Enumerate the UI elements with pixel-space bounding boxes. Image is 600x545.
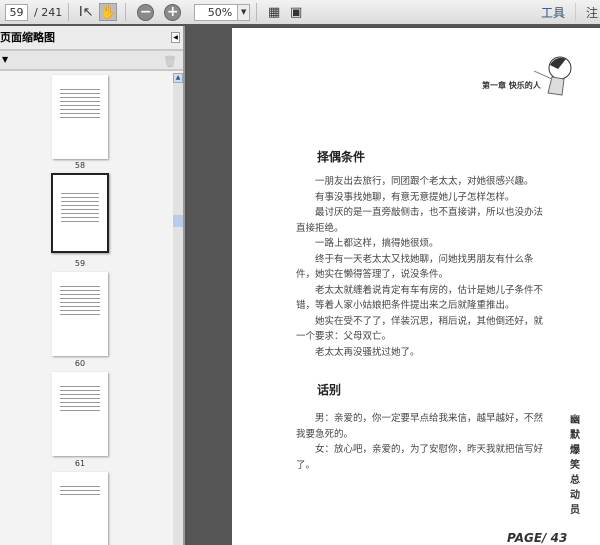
document-background [187, 26, 232, 545]
page-number-input[interactable]: 59 [5, 3, 28, 21]
separator [256, 3, 258, 21]
page-total: / 241 [34, 5, 63, 19]
thumbnail-label: 58 [74, 161, 86, 170]
comment-button[interactable]: 注 [576, 4, 600, 21]
scroll-thumb[interactable] [173, 215, 183, 227]
thumbnail-page[interactable] [52, 75, 108, 159]
hand-tool-icon[interactable]: ✋ [99, 3, 118, 21]
trash-icon[interactable]: 🗑 [163, 53, 177, 71]
zoom-input[interactable]: 50% [194, 3, 239, 21]
paragraph: 老太太就缠着说肯定有车有房的，估计是她儿子条件不错，等着人家小姑娘把条件提出来之… [296, 284, 544, 312]
panel-title: 页面缩略图 [0, 31, 55, 44]
fit-page-icon[interactable]: ▣ [287, 3, 305, 21]
thumbnail-panel: 页面缩略图 ◀ ▼ 🗑 58 59 60 61 ▲ [0, 26, 185, 545]
tools-button[interactable]: 工具 [531, 4, 575, 21]
zoom-dropdown-icon[interactable]: ▼ [238, 3, 251, 21]
paragraph: 一朋友出去旅行，同团跟个老太太，对她很感兴趣。 [315, 176, 534, 187]
section-title: 话别 [317, 383, 342, 397]
separator [68, 3, 70, 21]
thumbnail-scrollbar[interactable]: ▲ [173, 73, 183, 545]
thumbnail-page[interactable] [52, 272, 108, 356]
section-body: 男：亲爱的，你一定要早点给我来信，越早越好，不然我要急死的。 女：放心吧，亲爱的… [296, 411, 551, 473]
paragraph: 终于有一天老太太又找她聊，问她找男朋友有什么条件，她实在懒得答理了，说没条件。 [296, 253, 534, 281]
paragraph: 男：亲爱的，你一定要早点给我来信，越早越好，不然我要急死的。 [296, 413, 544, 440]
paragraph: 老太太再没骚扰过她了。 [315, 346, 420, 358]
thumbnail-label: 60 [74, 359, 86, 368]
paragraph: 有事没事找她聊，有意无意提她儿子怎样怎样。 [315, 191, 515, 203]
thumbnail-label: 59 [74, 259, 86, 268]
scroll-up-icon[interactable]: ▲ [173, 73, 183, 83]
section-title: 择偶条件 [317, 150, 366, 164]
fit-width-icon[interactable]: ▦ [265, 3, 283, 21]
collapse-panel-icon[interactable]: ◀ [171, 32, 180, 43]
paragraph: 最讨厌的是一直旁敲侧击，也不直接讲，所以也没办法直接拒绝。 [296, 207, 544, 234]
pdf-page: 第一章 快乐的人 择偶条件 一朋友出去旅行，同团跟个老太太，对她很感兴趣。 有事… [232, 28, 600, 545]
select-tool-icon[interactable]: I↖ [77, 3, 95, 21]
zoom-out-icon[interactable]: − [137, 3, 155, 21]
options-dropdown-icon[interactable]: ▼ [2, 55, 8, 64]
separator [125, 3, 127, 21]
paragraph: 她实在受不了了，佯装沉思，稍后说，其他倒还好，就一个要求：父母双亡。 [296, 315, 544, 343]
paragraph: 女：放心吧，亲爱的，为了安慰你，昨天我就把信写好了。 [296, 444, 544, 471]
section-body: 一朋友出去旅行，同团跟个老太太，对她很感兴趣。 有事没事找她聊，有意无意提她儿子… [296, 174, 551, 360]
thumbnail-label: 61 [74, 459, 86, 468]
thumbnail-page-selected[interactable] [51, 173, 109, 253]
thumbnail-page[interactable] [52, 472, 108, 545]
thumbnail-page[interactable] [52, 372, 108, 456]
mascot-illustration-icon [533, 56, 572, 96]
paragraph: 一路上都这样，搞得她很烦。 [315, 238, 439, 249]
page-footer: PAGE/ 43 [507, 531, 568, 545]
side-title: 幽默爆笑总动员 [570, 415, 580, 516]
zoom-in-icon[interactable]: + [164, 3, 182, 21]
toolbar: 59 / 241 I↖ ✋ − + 50% ▼ ▦ ▣ 工具 注 [0, 0, 600, 26]
